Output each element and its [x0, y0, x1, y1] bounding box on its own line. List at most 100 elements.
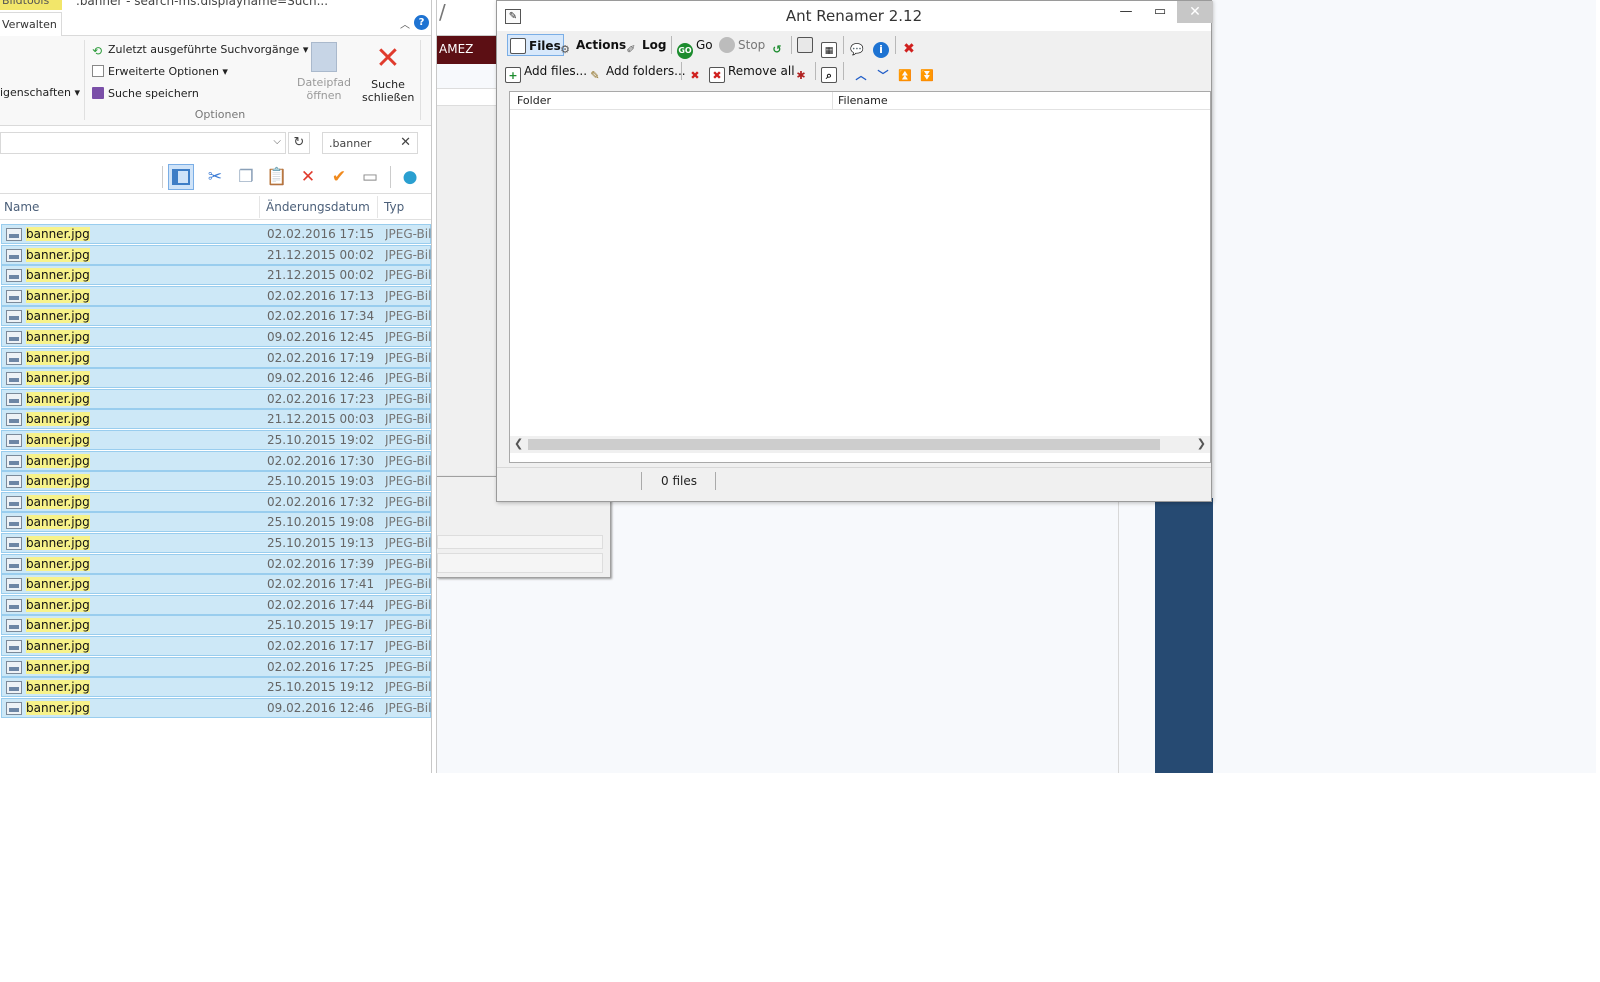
add-folders-button[interactable]: ✎ Add folders... — [585, 60, 688, 82]
file-count-status: 0 files — [661, 474, 697, 488]
horizontal-scrollbar[interactable]: ❮ ❯ — [510, 436, 1210, 453]
file-date: 25.10.2015 19:03 — [267, 474, 375, 489]
file-row[interactable]: banner.jpg 21.12.2015 00:03 JPEG-Bild — [1, 409, 431, 430]
file-name: banner.jpg — [26, 618, 90, 633]
collapse-ribbon-icon[interactable]: ︿ — [400, 16, 410, 31]
refresh-button[interactable]: ↻ — [288, 132, 310, 154]
scissors-icon: ✂ — [207, 167, 223, 187]
file-row[interactable]: banner.jpg 09.02.2016 12:45 JPEG-Bild — [1, 327, 431, 347]
toolbar-separator — [791, 36, 792, 54]
file-row[interactable]: banner.jpg 25.10.2015 19:13 JPEG-Bild — [1, 533, 431, 553]
file-row[interactable]: banner.jpg 02.02.2016 17:32 JPEG-Bild — [1, 491, 432, 512]
paste-button[interactable]: 📋 — [264, 164, 290, 190]
file-type: JPEG-Bild — [385, 494, 432, 509]
file-row[interactable]: banner.jpg 02.02.2016 17:41 JPEG-Bild — [1, 574, 431, 595]
file-row[interactable]: banner.jpg 02.02.2016 17:23 JPEG-Bild — [1, 388, 431, 409]
file-row[interactable]: banner.jpg 02.02.2016 17:34 JPEG-Bild — [1, 306, 431, 327]
add-files-button[interactable]: + Add files... — [503, 60, 589, 83]
save-search-button[interactable]: Suche speichern — [92, 87, 199, 100]
column-name[interactable]: Name — [4, 200, 39, 214]
file-row[interactable]: banner.jpg 02.02.2016 17:17 JPEG-Bild — [1, 636, 431, 656]
column-type[interactable]: Typ — [384, 200, 404, 214]
tab-actions[interactable]: ⚙ Actions — [555, 34, 628, 56]
file-row[interactable]: banner.jpg 25.10.2015 19:17 JPEG-Bild — [1, 615, 431, 636]
file-row[interactable]: banner.jpg 02.02.2016 17:25 JPEG-Bild — [1, 656, 431, 677]
file-row[interactable]: banner.jpg 25.10.2015 19:08 JPEG-Bild — [1, 512, 431, 533]
toolbar-separator — [681, 62, 682, 80]
address-bar[interactable]: ⌵ — [0, 132, 286, 154]
column-folder[interactable]: Folder — [517, 94, 551, 107]
files-list-view[interactable]: Folder Filename ❮ ❯ — [509, 91, 1211, 463]
close-search-button[interactable]: ✕ Suche schließen — [362, 42, 414, 105]
clear-search-icon[interactable]: ✕ — [400, 135, 411, 150]
file-row[interactable]: banner.jpg 02.02.2016 17:13 JPEG-Bild — [1, 285, 431, 306]
scrollbar-thumb[interactable] — [528, 439, 1160, 450]
preview-pane-button[interactable] — [168, 164, 194, 190]
address-dropdown-icon[interactable]: ⌵ — [273, 136, 281, 147]
minimize-button[interactable]: — — [1109, 1, 1143, 23]
file-row[interactable]: banner.jpg 09.02.2016 12:46 JPEG-Bild — [1, 368, 431, 389]
file-row[interactable]: banner.jpg 25.10.2015 19:12 JPEG-Bild — [1, 677, 431, 698]
rename-button[interactable]: ▭ — [357, 164, 383, 190]
file-type: JPEG-Bild — [385, 433, 432, 447]
file-row[interactable]: banner.jpg 02.02.2016 17:30 JPEG-Bild — [1, 450, 431, 471]
properties-check-button[interactable]: ✔ — [326, 164, 352, 190]
file-row[interactable]: banner.jpg 21.12.2015 00:02 JPEG-Bild — [1, 244, 431, 265]
file-row[interactable]: banner.jpg 02.02.2016 17:39 JPEG-Bild — [1, 553, 431, 574]
scroll-left-icon[interactable]: ❮ — [514, 437, 523, 450]
search-input[interactable]: .banner ✕ — [322, 132, 418, 154]
settings-button[interactable]: ▦ — [819, 34, 842, 58]
column-date-modified[interactable]: Änderungsdatum — [266, 200, 370, 214]
cut-button[interactable]: ✂ — [202, 164, 228, 190]
file-row[interactable]: banner.jpg 02.02.2016 17:44 JPEG-Bild — [1, 594, 431, 615]
file-row[interactable]: banner.jpg 25.10.2015 19:03 JPEG-Bild — [1, 471, 431, 492]
stop-button[interactable]: Stop — [717, 34, 767, 56]
move-top-button[interactable]: ⏫ — [895, 60, 918, 82]
remove-selected-button[interactable]: ✖ — [685, 60, 708, 82]
file-row[interactable]: banner.jpg 25.10.2015 19:02 JPEG-Bild — [1, 430, 431, 450]
toolbar-separator — [671, 36, 672, 54]
scroll-right-icon[interactable]: ❯ — [1197, 437, 1206, 450]
open-file-location-button[interactable]: Dateipfad öffnen — [296, 42, 352, 102]
picture-tools-tab[interactable]: Bildtools — [0, 0, 62, 10]
exit-button[interactable]: ✖ — [899, 34, 922, 57]
column-separator[interactable] — [832, 92, 833, 110]
properties-button[interactable]: igenschaften ▾ — [0, 86, 80, 99]
file-type: JPEG-Bild — [385, 227, 432, 241]
file-row[interactable]: banner.jpg 09.02.2016 12:46 JPEG-Bild — [1, 697, 431, 718]
file-date: 25.10.2015 19:13 — [267, 536, 375, 550]
file-name: banner.jpg — [26, 597, 90, 612]
recent-searches-button[interactable]: ⟲ Zuletzt ausgeführte Suchvorgänge ▾ — [92, 43, 308, 58]
maximize-button[interactable]: ▭ — [1143, 1, 1177, 23]
batch-window-button[interactable] — [795, 34, 818, 56]
search-highlight: banner.jpg — [26, 391, 90, 406]
delete-button[interactable]: ✕ — [295, 164, 321, 190]
file-row[interactable]: banner.jpg 02.02.2016 17:15 JPEG-Bild — [1, 224, 431, 244]
help-button[interactable]: 💬 — [847, 34, 870, 56]
file-row[interactable]: banner.jpg 02.02.2016 17:19 JPEG-Bild — [1, 347, 431, 368]
column-separator[interactable] — [259, 196, 260, 218]
about-button[interactable]: i — [871, 34, 894, 58]
help-icon[interactable]: ? — [414, 15, 429, 30]
image-file-icon — [6, 413, 22, 427]
column-filename[interactable]: Filename — [838, 94, 888, 107]
move-bottom-button[interactable]: ⏬ — [917, 60, 940, 82]
advanced-options-button[interactable]: Erweiterte Optionen ▾ — [92, 65, 228, 78]
ant-titlebar[interactable]: ✎ Ant Renamer 2.12 — ▭ ✕ — [497, 1, 1213, 31]
copy-button[interactable]: ❐ — [233, 164, 259, 190]
move-up-button[interactable]: ︿ — [851, 60, 874, 82]
close-window-button[interactable]: ✕ — [1177, 1, 1213, 23]
remove-all-button[interactable]: ✖ Remove all — [707, 60, 797, 83]
shell-extension-button[interactable]: ● — [397, 164, 423, 190]
undo-button[interactable]: ↺ — [767, 34, 790, 56]
move-down-button[interactable]: ﹀ — [873, 60, 896, 82]
preview-button[interactable]: ⌕ — [819, 60, 842, 83]
column-separator[interactable] — [377, 196, 378, 218]
folder-location-icon — [311, 42, 337, 72]
toolbar-separator — [895, 36, 896, 54]
tab-log[interactable]: ✐ Log — [621, 34, 668, 56]
remove-dead-button[interactable]: ✱ — [791, 60, 814, 82]
tab-manage[interactable]: Verwalten — [0, 12, 62, 36]
go-button[interactable]: GO Go — [675, 34, 715, 59]
file-row[interactable]: banner.jpg 21.12.2015 00:02 JPEG-Bild — [1, 265, 431, 286]
